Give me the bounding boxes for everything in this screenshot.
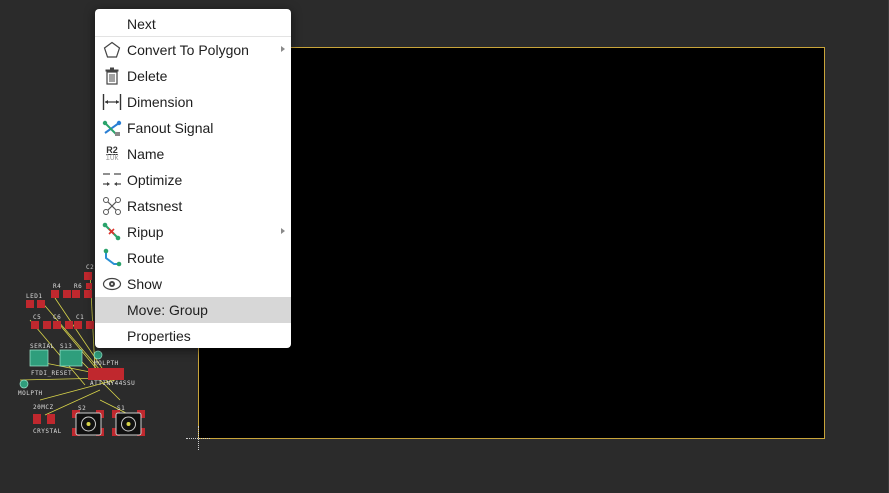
dimension-icon — [101, 91, 123, 113]
menu-item-convert-to-polygon[interactable]: Convert To Polygon — [95, 37, 291, 63]
submenu-arrow-icon — [281, 228, 285, 234]
pcb-label-s13: S13 — [60, 343, 73, 350]
menu-item-ripup[interactable]: Ripup — [95, 219, 291, 245]
pcb-label-ftdi-reset: FTDI_RESET — [31, 370, 73, 377]
menu-item-fanout-signal[interactable]: Fanout Signal — [95, 115, 291, 141]
eye-icon — [101, 273, 123, 295]
menu-item-next[interactable]: Next — [95, 12, 291, 36]
route-icon — [101, 247, 123, 269]
menu-item-label: Fanout Signal — [127, 120, 214, 136]
menu-item-label: Next — [127, 16, 156, 32]
name-icon: R2 10k — [101, 143, 123, 165]
trash-icon — [101, 65, 123, 87]
switches — [75, 412, 142, 436]
pcb-label-molpth-2: MOLPTH — [94, 360, 119, 367]
pcb-label-r6: R6 — [74, 283, 83, 290]
name-icon-bottom-text: 10k — [105, 153, 119, 162]
ripup-icon — [101, 221, 123, 243]
pcb-label-20mhz: 20MCZ — [33, 404, 54, 411]
pcb-label-crystal: CRYSTAL — [33, 428, 62, 435]
pcb-label-c6: C6 — [53, 314, 62, 321]
menu-item-label: Route — [127, 250, 165, 266]
menu-item-name[interactable]: R2 10k Name — [95, 141, 291, 167]
polygon-icon — [101, 39, 123, 61]
pcb-label-c2: C2 — [86, 264, 95, 271]
pcb-label-c5: C5 — [33, 314, 42, 321]
menu-item-label: Optimize — [127, 172, 183, 188]
menu-item-optimize[interactable]: Optimize — [95, 167, 291, 193]
menu-item-label: Convert To Polygon — [127, 42, 249, 58]
fanout-icon — [101, 117, 123, 139]
board-outline[interactable] — [198, 47, 825, 439]
pcb-label-r4: R4 — [53, 283, 62, 290]
menu-item-route[interactable]: Route — [95, 245, 291, 271]
menu-item-label: Name — [127, 146, 165, 162]
menu-item-label: Ratsnest — [127, 198, 183, 214]
pcb-label-serial: SERIAL — [30, 343, 55, 350]
pcb-label-molpth: MOLPTH — [18, 390, 43, 397]
menu-item-label: Properties — [127, 328, 191, 344]
pcb-label-c1: C1 — [76, 314, 85, 321]
submenu-arrow-icon — [281, 46, 285, 52]
context-menu: Next Convert To Polygon Delete Dimension… — [95, 9, 291, 348]
menu-item-label: Ripup — [127, 224, 164, 240]
menu-item-move-group[interactable]: Move: Group — [95, 297, 291, 323]
menu-item-label: Move: Group — [127, 302, 208, 318]
menu-item-label: Delete — [127, 68, 168, 84]
pcb-label-s1: S1 — [117, 405, 126, 412]
menu-item-dimension[interactable]: Dimension — [95, 89, 291, 115]
menu-item-show[interactable]: Show — [95, 271, 291, 297]
pcb-label-attiny: ATTINY44SSU — [90, 380, 136, 387]
optimize-icon — [101, 169, 123, 191]
pcb-label-led: LED1 — [26, 293, 43, 300]
menu-item-label: Dimension — [127, 94, 194, 110]
menu-item-properties[interactable]: Properties — [95, 323, 291, 349]
ratsnest-icon — [101, 195, 123, 217]
menu-item-label: Show — [127, 276, 163, 292]
menu-item-delete[interactable]: Delete — [95, 63, 291, 89]
menu-item-ratsnest[interactable]: Ratsnest — [95, 193, 291, 219]
pcb-label-s2: S2 — [78, 405, 87, 412]
